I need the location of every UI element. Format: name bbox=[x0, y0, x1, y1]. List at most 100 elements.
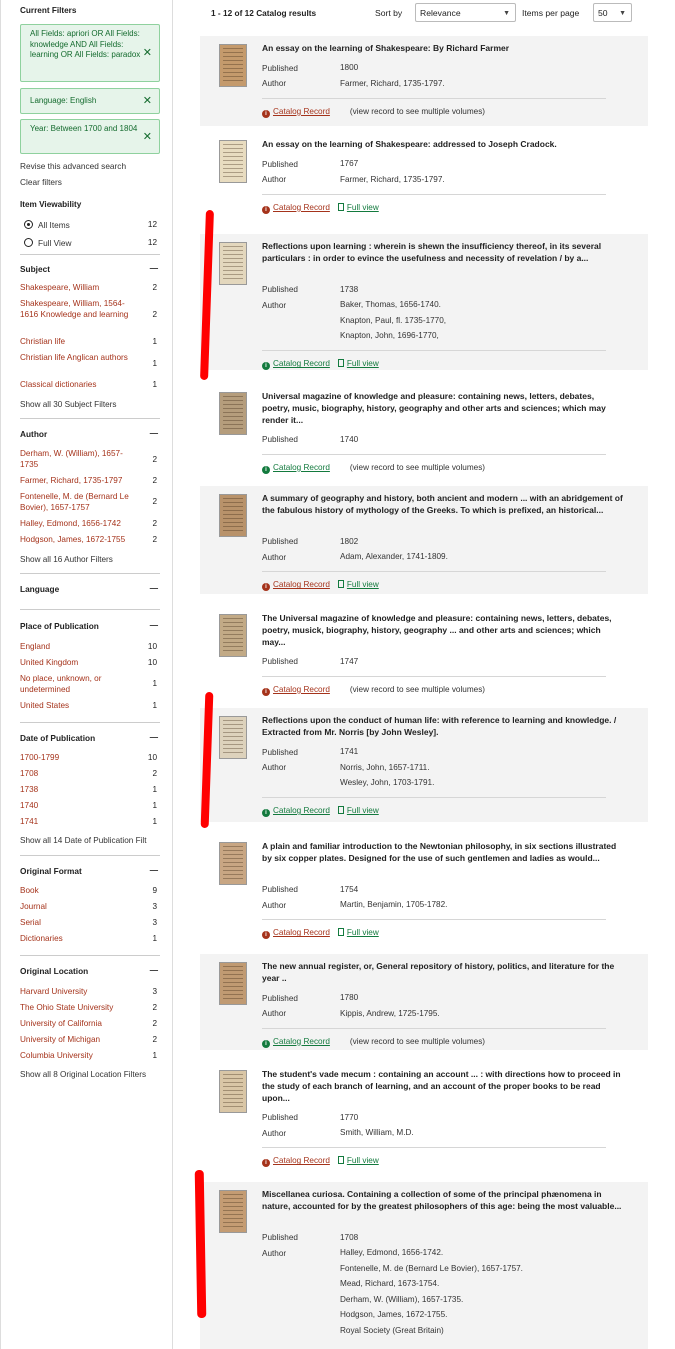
book-thumbnail[interactable] bbox=[219, 842, 247, 885]
close-icon[interactable]: ✕ bbox=[143, 48, 152, 59]
result-title[interactable]: A summary of geography and history, both… bbox=[262, 493, 624, 517]
book-thumbnail[interactable] bbox=[219, 716, 247, 759]
collapse-icon[interactable]: — bbox=[150, 263, 158, 273]
result-title[interactable]: A plain and familiar introduction to the… bbox=[262, 841, 624, 865]
facet-item-subject[interactable]: Christian life bbox=[20, 337, 138, 348]
book-thumbnail[interactable] bbox=[219, 1070, 247, 1113]
book-thumbnail[interactable] bbox=[219, 614, 247, 657]
full-view-link[interactable]: Full view bbox=[337, 806, 379, 815]
result-title[interactable]: Miscellanea curiosa. Containing a collec… bbox=[262, 1189, 624, 1213]
facet-item-location[interactable]: The Ohio State University bbox=[20, 1003, 138, 1014]
facet-item-place[interactable]: United States bbox=[20, 701, 138, 712]
full-view-link[interactable]: Full view bbox=[337, 359, 379, 368]
facet-place-header[interactable]: Place of Publication — bbox=[20, 620, 160, 631]
facet-item-author[interactable]: Halley, Edmond, 1656-1742 bbox=[20, 519, 138, 530]
show-all-author-link[interactable]: Show all 16 Author Filters bbox=[20, 555, 113, 564]
catalog-record-link[interactable]: i Catalog Record bbox=[262, 580, 330, 592]
catalog-record-link[interactable]: i Catalog Record bbox=[262, 1156, 330, 1168]
facet-date-header[interactable]: Date of Publication — bbox=[20, 732, 160, 743]
collapse-icon[interactable]: — bbox=[150, 732, 158, 742]
divider bbox=[262, 193, 606, 195]
facet-location-header[interactable]: Original Location — bbox=[20, 965, 160, 976]
facet-subject-header[interactable]: Subject — bbox=[20, 263, 160, 274]
catalog-record-link[interactable]: i Catalog Record bbox=[262, 359, 330, 371]
close-icon[interactable]: ✕ bbox=[143, 93, 152, 109]
facet-item-location[interactable]: University of Michigan bbox=[20, 1035, 138, 1046]
clear-filters-link[interactable]: Clear filters bbox=[20, 177, 62, 187]
book-thumbnail[interactable] bbox=[219, 1190, 247, 1233]
facet-item-format[interactable]: Serial bbox=[20, 918, 138, 929]
facet-item-date[interactable]: 1700-1799 bbox=[20, 753, 138, 764]
revise-search-link[interactable]: Revise this advanced search bbox=[20, 161, 126, 171]
facet-item-date[interactable]: 1741 bbox=[20, 817, 138, 828]
result-title[interactable]: The Universal magazine of knowledge and … bbox=[262, 613, 624, 648]
full-view-link[interactable]: Full view bbox=[337, 1156, 379, 1165]
full-view-link[interactable]: Full view bbox=[337, 928, 379, 937]
catalog-record-link[interactable]: i Catalog Record bbox=[262, 806, 330, 818]
close-icon[interactable]: ✕ bbox=[143, 131, 152, 142]
catalog-record-link[interactable]: i Catalog Record bbox=[262, 203, 330, 214]
facet-item-subject[interactable]: Classical dictionaries bbox=[20, 380, 138, 391]
result-title[interactable]: The new annual register, or, General rep… bbox=[262, 961, 624, 985]
result-title[interactable]: Reflections upon the conduct of human li… bbox=[262, 715, 624, 739]
catalog-record-link[interactable]: i Catalog Record bbox=[262, 685, 330, 696]
facet-item-date[interactable]: 1740 bbox=[20, 801, 138, 812]
facet-item-place[interactable]: England bbox=[20, 642, 138, 653]
facet-item-subject[interactable]: Shakespeare, William, 1564-1616 Knowledg… bbox=[20, 299, 138, 320]
book-thumbnail[interactable] bbox=[219, 242, 247, 285]
author-value: Mead, Richard, 1673-1754. bbox=[340, 1279, 440, 1289]
facet-item-author[interactable]: Derham, W. (William), 1657-1735 bbox=[20, 449, 138, 470]
radio-full-view[interactable] bbox=[24, 238, 33, 247]
result-title[interactable]: An essay on the learning of Shakespeare:… bbox=[262, 139, 624, 151]
book-thumbnail[interactable] bbox=[219, 962, 247, 1005]
book-thumbnail[interactable] bbox=[219, 140, 247, 183]
catalog-record-link[interactable]: i Catalog Record bbox=[262, 463, 330, 474]
facet-item-location[interactable]: University of California bbox=[20, 1019, 138, 1030]
radio-all-items[interactable] bbox=[24, 220, 33, 229]
facet-language-header[interactable]: Language — bbox=[20, 583, 160, 594]
full-view-link[interactable]: Full view bbox=[337, 580, 379, 589]
facet-item-author[interactable]: Hodgson, James, 1672-1755 bbox=[20, 535, 138, 546]
filter-chip-fields[interactable]: All Fields: apriori OR All Fields: knowl… bbox=[20, 24, 160, 82]
collapse-icon[interactable]: — bbox=[150, 583, 158, 593]
facet-item-place[interactable]: No place, unknown, or undetermined bbox=[20, 674, 125, 695]
facet-item-place[interactable]: United Kingdom bbox=[20, 658, 138, 669]
collapse-icon[interactable]: — bbox=[150, 620, 158, 630]
facet-item-author[interactable]: Fontenelle, M. de (Bernard Le Bovier), 1… bbox=[20, 492, 138, 513]
facet-format-header[interactable]: Original Format — bbox=[20, 865, 160, 876]
facet-author-header[interactable]: Author — bbox=[20, 428, 160, 439]
result-title[interactable]: An essay on the learning of Shakespeare:… bbox=[262, 43, 624, 55]
facet-item-subject[interactable]: Christian life Anglican authors bbox=[20, 353, 138, 364]
facet-item-format[interactable]: Journal bbox=[20, 902, 138, 913]
collapse-icon[interactable]: — bbox=[150, 965, 158, 975]
filter-chip-language[interactable]: Language: English ✕ bbox=[20, 88, 160, 114]
collapse-icon[interactable]: — bbox=[150, 865, 158, 875]
facet-item-format[interactable]: Dictionaries bbox=[20, 934, 138, 945]
facet-item-subject[interactable]: Shakespeare, William bbox=[20, 283, 138, 294]
facet-item-author[interactable]: Farmer, Richard, 1735-1797 bbox=[20, 476, 138, 487]
facet-item-date[interactable]: 1708 bbox=[20, 769, 138, 780]
show-all-location-link[interactable]: Show all 8 Original Location Filters bbox=[20, 1070, 146, 1079]
book-thumbnail[interactable] bbox=[219, 392, 247, 435]
per-page-select[interactable]: 50 ▼ bbox=[593, 3, 632, 22]
show-all-subject-link[interactable]: Show all 30 Subject Filters bbox=[20, 400, 116, 409]
result-title[interactable]: Reflections upon learning : wherein is s… bbox=[262, 241, 624, 265]
result-title[interactable]: The student's vade mecum : containing an… bbox=[262, 1069, 624, 1104]
facet-item-location[interactable]: Columbia University bbox=[20, 1051, 138, 1062]
full-view-link[interactable]: Full view bbox=[337, 202, 379, 212]
filter-chip-year[interactable]: Year: Between 1700 and 1804 ✕ bbox=[20, 119, 160, 154]
catalog-record-link[interactable]: i Catalog Record bbox=[262, 928, 330, 940]
catalog-record-link[interactable]: i Catalog Record bbox=[262, 1037, 330, 1048]
result-title[interactable]: Universal magazine of knowledge and plea… bbox=[262, 391, 624, 426]
facet-item-format[interactable]: Book bbox=[20, 886, 138, 897]
collapse-icon[interactable]: — bbox=[150, 428, 158, 438]
book-thumbnail[interactable] bbox=[219, 44, 247, 87]
facet-item-location[interactable]: Harvard University bbox=[20, 987, 138, 998]
catalog-record-link[interactable]: i Catalog Record bbox=[262, 107, 330, 118]
result-links: i Catalog Record Full view bbox=[262, 806, 379, 818]
facet-item-date[interactable]: 1738 bbox=[20, 785, 138, 796]
book-thumbnail[interactable] bbox=[219, 494, 247, 537]
sort-select[interactable]: Relevance ▼ bbox=[415, 3, 516, 22]
show-all-date-link[interactable]: Show all 14 Date of Publication Filt bbox=[20, 836, 173, 845]
author-value: Knapton, John, 1696-1770, bbox=[340, 331, 439, 341]
